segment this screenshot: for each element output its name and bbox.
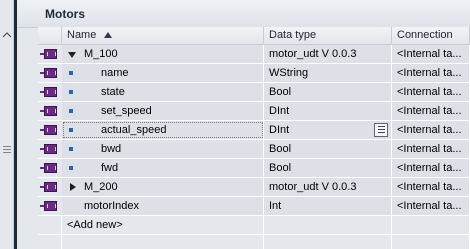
- column-header-name[interactable]: Name: [62, 27, 264, 44]
- tag-name: motorIndex: [84, 200, 140, 212]
- tag-name: M_100: [84, 48, 118, 60]
- member-bullet-icon: [69, 128, 73, 132]
- list-popup-icon[interactable]: [374, 123, 388, 137]
- chevron-down-icon[interactable]: [68, 52, 76, 58]
- tag-icon: [40, 144, 57, 154]
- add-new-cell[interactable]: <Add new>: [62, 216, 264, 234]
- connection-cell[interactable]: <Internal ta...: [392, 197, 470, 215]
- member-bullet-icon: [69, 71, 73, 75]
- name-cell[interactable]: motorIndex: [62, 197, 264, 215]
- column-header-data-type[interactable]: Data type: [264, 27, 392, 44]
- sort-ascending-icon[interactable]: [104, 32, 113, 39]
- connection-cell[interactable]: <Internal ta...: [392, 83, 470, 101]
- member-name: name: [101, 67, 129, 79]
- header-icon-column: [38, 27, 62, 44]
- connection-cell[interactable]: <Internal ta...: [392, 45, 470, 63]
- connection-cell[interactable]: <Internal ta...: [392, 64, 470, 82]
- name-cell[interactable]: set_speed: [62, 102, 264, 120]
- data-type-cell[interactable]: Bool: [264, 83, 392, 101]
- chevron-right-icon[interactable]: [70, 183, 76, 191]
- data-type-cell[interactable]: motor_udt V 0.0.3: [264, 178, 392, 196]
- panel-title: Motors: [45, 7, 85, 21]
- table-row[interactable]: state Bool <Internal ta...: [38, 83, 470, 102]
- member-name: set_speed: [101, 105, 152, 117]
- member-name: state: [101, 86, 125, 98]
- name-cell[interactable]: actual_speed: [62, 121, 264, 139]
- table-row[interactable]: set_speed DInt <Internal ta...: [38, 102, 470, 121]
- data-type-cell[interactable]: WString: [264, 64, 392, 82]
- member-name: fwd: [101, 162, 119, 174]
- member-bullet-icon: [69, 90, 73, 94]
- table-row[interactable]: motorIndex Int <Internal ta...: [38, 197, 470, 216]
- tag-icon: [40, 201, 57, 211]
- name-cell[interactable]: fwd: [62, 159, 264, 177]
- table-header: Name Data type Connection: [38, 27, 470, 45]
- name-cell[interactable]: M_100: [62, 45, 264, 63]
- add-new-row[interactable]: <Add new>: [38, 216, 470, 235]
- data-type-cell[interactable]: DInt: [264, 121, 392, 139]
- add-new-label: <Add new>: [67, 219, 123, 231]
- table-row[interactable]: bwd Bool <Internal ta...: [38, 140, 470, 159]
- tag-name: M_200: [84, 181, 118, 193]
- resize-grip-icon[interactable]: [3, 146, 11, 155]
- empty-cell: [392, 216, 470, 234]
- connection-cell[interactable]: <Internal ta...: [392, 102, 470, 120]
- member-name: actual_speed: [101, 124, 167, 136]
- name-cell[interactable]: M_200: [62, 178, 264, 196]
- data-type-cell[interactable]: motor_udt V 0.0.3: [264, 45, 392, 63]
- tag-icon-cell: [38, 45, 62, 63]
- table-row[interactable]: fwd Bool <Internal ta...: [38, 159, 470, 178]
- tag-icon: [40, 125, 57, 135]
- connection-cell[interactable]: <Internal ta...: [392, 178, 470, 196]
- data-type-cell[interactable]: Int: [264, 197, 392, 215]
- tag-table: Name Data type Connection M_100 motor_ud…: [38, 27, 470, 249]
- table-row-selected[interactable]: actual_speed DInt <Internal ta...: [38, 121, 470, 140]
- table-row[interactable]: M_200 motor_udt V 0.0.3 <Internal ta...: [38, 178, 470, 197]
- collapse-up-icon[interactable]: [2, 31, 12, 39]
- left-panel-strip: [0, 0, 14, 249]
- connection-cell[interactable]: <Internal ta...: [392, 121, 470, 139]
- name-cell[interactable]: state: [62, 83, 264, 101]
- member-bullet-icon: [69, 109, 73, 113]
- empty-cell: [264, 216, 392, 234]
- empty-row: [38, 235, 470, 249]
- member-bullet-icon: [69, 147, 73, 151]
- data-type-cell[interactable]: Bool: [264, 159, 392, 177]
- name-cell[interactable]: bwd: [62, 140, 264, 158]
- member-name: bwd: [101, 143, 122, 155]
- connection-cell[interactable]: <Internal ta...: [392, 140, 470, 158]
- tag-icon-cell: [38, 140, 62, 158]
- tag-table-panel: Motors Name Data type Connection M_100 m…: [17, 0, 470, 249]
- data-type-cell[interactable]: DInt: [264, 102, 392, 120]
- data-type-cell[interactable]: Bool: [264, 140, 392, 158]
- table-row[interactable]: M_100 motor_udt V 0.0.3 <Internal ta...: [38, 45, 470, 64]
- tag-icon-cell: [38, 197, 62, 215]
- column-header-connection[interactable]: Connection: [392, 27, 470, 44]
- member-bullet-icon: [69, 166, 73, 170]
- tag-icon-cell: [38, 178, 62, 196]
- tag-icon-cell: [38, 64, 62, 82]
- panel-title-bar: Motors: [17, 0, 470, 28]
- tag-icon-cell: [38, 121, 62, 139]
- tag-icon: [40, 49, 57, 59]
- table-row[interactable]: name WString <Internal ta...: [38, 64, 470, 83]
- tag-icon: [40, 163, 57, 173]
- tag-icon: [40, 182, 57, 192]
- tag-icon: [40, 106, 57, 116]
- tag-icon: [40, 68, 57, 78]
- name-cell[interactable]: name: [62, 64, 264, 82]
- connection-cell[interactable]: <Internal ta...: [392, 159, 470, 177]
- tag-icon-cell: [38, 83, 62, 101]
- tag-icon-cell: [38, 102, 62, 120]
- add-new-icon-cell: [38, 216, 62, 234]
- tag-icon-cell: [38, 159, 62, 177]
- tag-icon: [40, 87, 57, 97]
